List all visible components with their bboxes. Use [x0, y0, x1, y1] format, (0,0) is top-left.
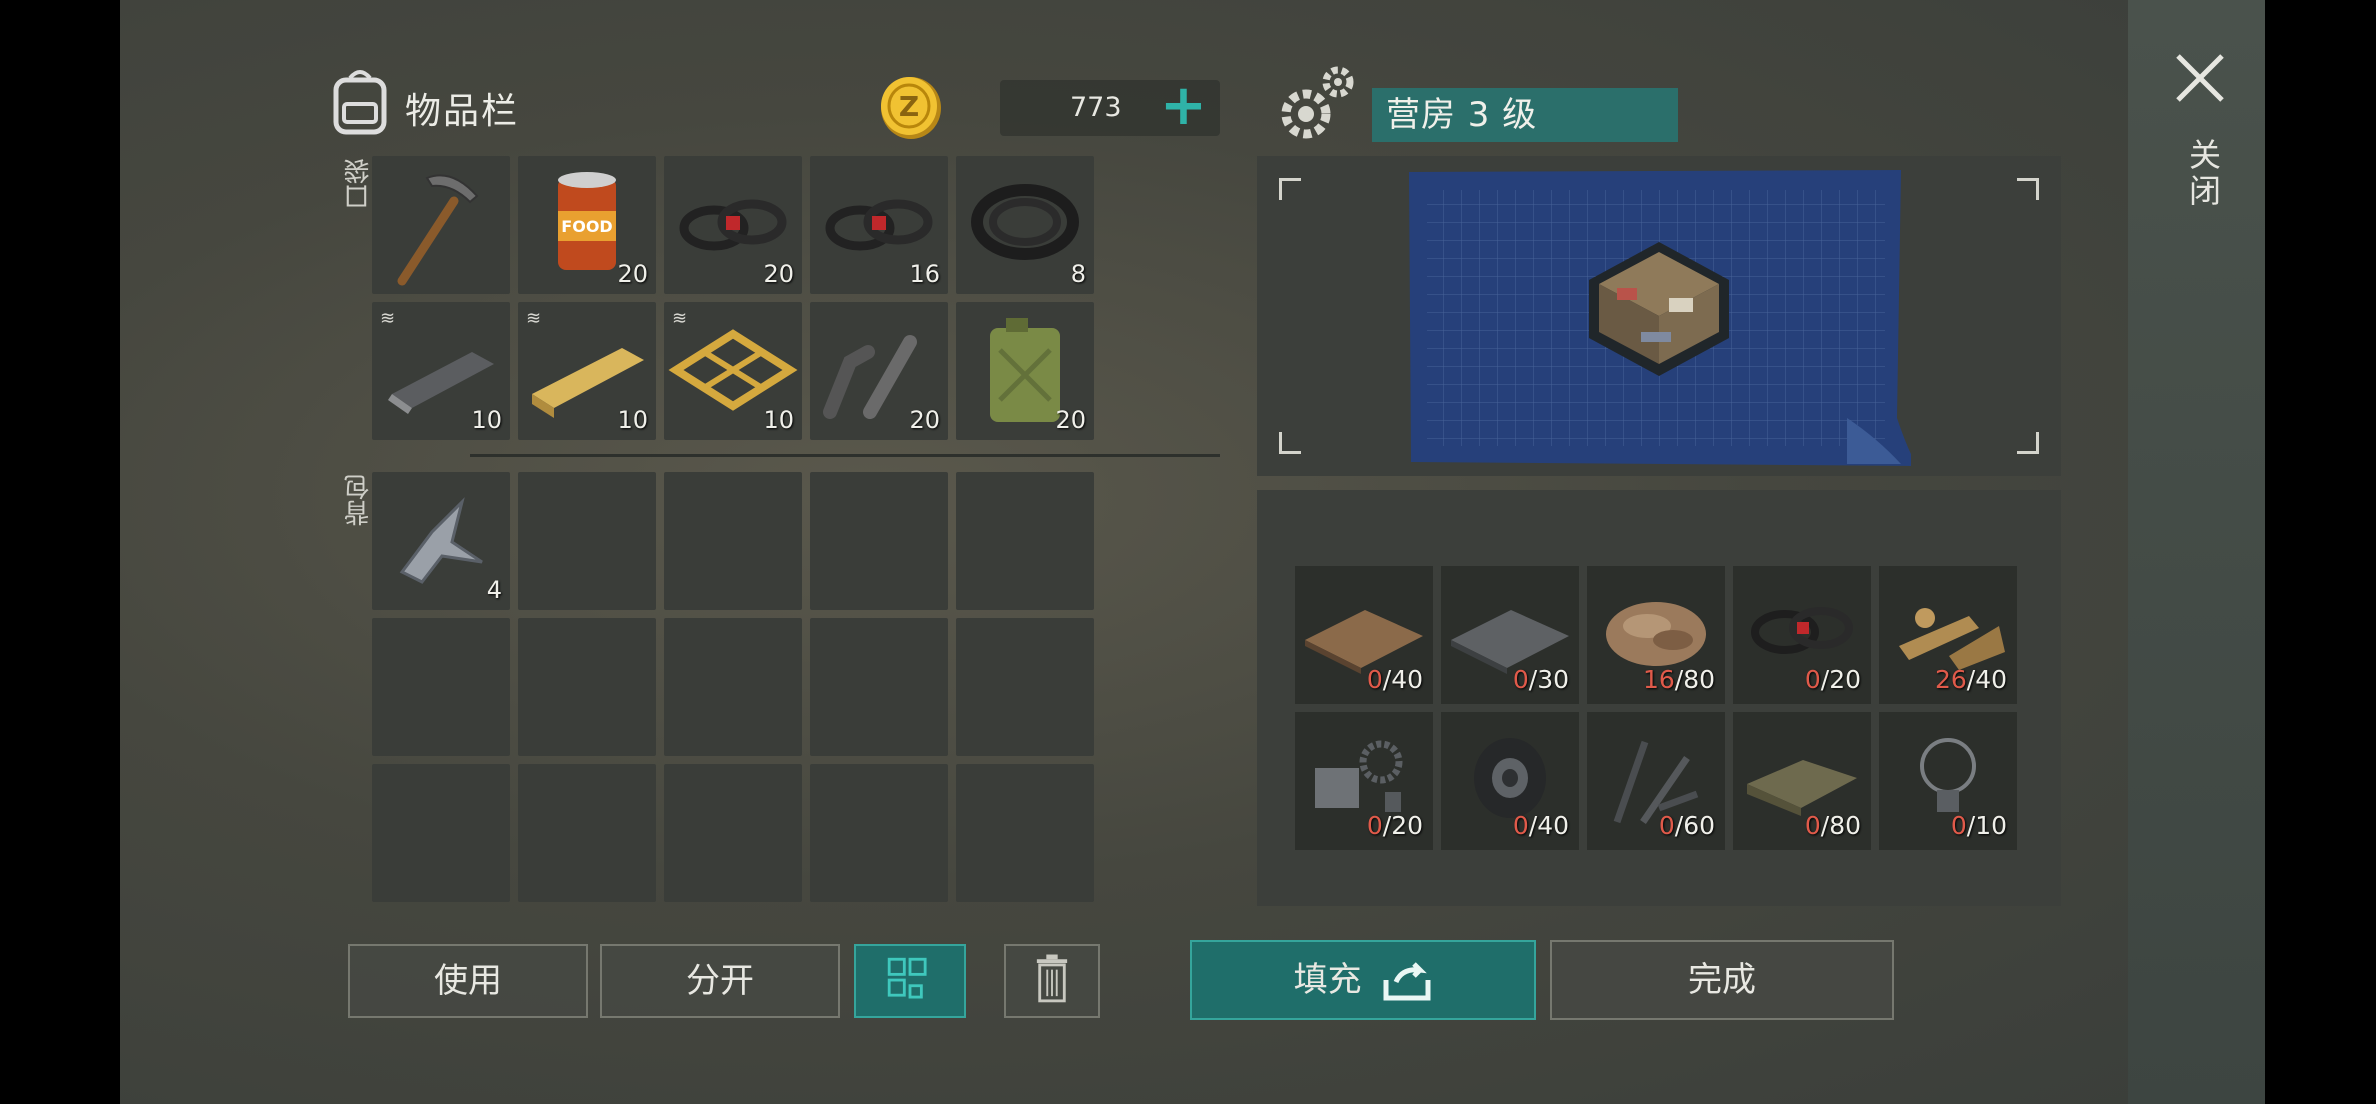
- backpack-slot[interactable]: [810, 472, 948, 610]
- done-button[interactable]: 完成: [1550, 940, 1894, 1020]
- blueprint-image: [1409, 170, 1911, 466]
- material-slot[interactable]: 0/30: [1441, 566, 1579, 704]
- pocket-slot[interactable]: ≋ 10: [372, 302, 510, 440]
- materials-panel: 0/40 0/30 16/80 0/20 26/40 0/20 0/40 0/6…: [1257, 490, 2061, 906]
- backpack-slot[interactable]: [664, 764, 802, 902]
- backpack-slot[interactable]: [664, 618, 802, 756]
- inventory-title: 物品栏: [405, 91, 520, 132]
- backpack-slot[interactable]: [372, 618, 510, 756]
- grid-view-button[interactable]: [854, 944, 966, 1018]
- pocket-slot[interactable]: [372, 156, 510, 294]
- pocket-slot[interactable]: 20: [810, 302, 948, 440]
- game-screen: 物品栏 Z 773 + 口袋 背包 FOOD 20 20 16 8 ≋ 10 ≋…: [120, 0, 2265, 1104]
- material-slot[interactable]: 0/80: [1733, 712, 1871, 850]
- svg-text:FOOD: FOOD: [561, 217, 612, 236]
- material-slot[interactable]: 16/80: [1587, 566, 1725, 704]
- pickaxe-icon: [397, 174, 479, 286]
- backpack-slot[interactable]: [956, 472, 1094, 610]
- section-divider: [470, 454, 1220, 457]
- backpack-slot[interactable]: [810, 618, 948, 756]
- pocket-slot[interactable]: 20: [956, 302, 1094, 440]
- backpack-icon: [333, 70, 387, 135]
- fill-button[interactable]: 填充: [1190, 940, 1536, 1020]
- pocket-slot[interactable]: ≋ 10: [664, 302, 802, 440]
- material-slot[interactable]: 0/10: [1879, 712, 2017, 850]
- backpack-slot[interactable]: [372, 764, 510, 902]
- trash-button[interactable]: [1004, 944, 1100, 1018]
- material-slot[interactable]: 0/60: [1587, 712, 1725, 850]
- fill-icon: [1383, 961, 1431, 1000]
- backpack-slot[interactable]: [810, 764, 948, 902]
- backpack-slot[interactable]: [664, 472, 802, 610]
- material-slot[interactable]: 0/40: [1295, 566, 1433, 704]
- backpack-slot[interactable]: 4: [372, 472, 510, 610]
- backpack-slot[interactable]: [956, 764, 1094, 902]
- coin-count: 773: [1070, 92, 1122, 123]
- svg-text:Z: Z: [899, 90, 919, 123]
- close-label[interactable]: 关闭: [2180, 138, 2226, 210]
- coin-icon: Z: [881, 77, 941, 139]
- blueprint-panel: [1257, 156, 2061, 476]
- material-slot[interactable]: 0/40: [1441, 712, 1579, 850]
- pocket-slot[interactable]: 8: [956, 156, 1094, 294]
- fill-label: 填充: [1293, 960, 1362, 1000]
- pocket-slot[interactable]: 16: [810, 156, 948, 294]
- split-button[interactable]: 分开: [600, 944, 840, 1018]
- building-title: 营房 3 级: [1372, 88, 1678, 142]
- gear-icon: [1281, 66, 1354, 139]
- pocket-slot[interactable]: 20: [664, 156, 802, 294]
- backpack-slot[interactable]: [956, 618, 1094, 756]
- material-slot[interactable]: 0/20: [1295, 712, 1433, 850]
- add-coins-button[interactable]: +: [1160, 78, 1207, 134]
- material-slot[interactable]: 0/20: [1733, 566, 1871, 704]
- material-slot[interactable]: 26/40: [1879, 566, 2017, 704]
- use-button[interactable]: 使用: [348, 944, 588, 1018]
- backpack-slot[interactable]: [518, 764, 656, 902]
- grid-icon: [887, 957, 927, 999]
- pocket-slot[interactable]: ≋ 10: [518, 302, 656, 440]
- close-icon[interactable]: [2172, 50, 2228, 106]
- backpack-slot[interactable]: [518, 472, 656, 610]
- pocket-slot[interactable]: FOOD 20: [518, 156, 656, 294]
- backpack-slot[interactable]: [518, 618, 656, 756]
- trash-icon: [1036, 954, 1068, 1003]
